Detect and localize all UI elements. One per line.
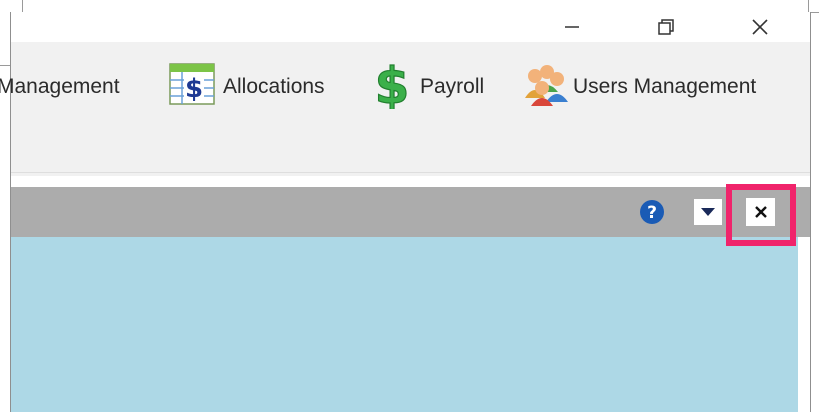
frame-notch-right — [808, 0, 809, 12]
svg-text:$: $ — [375, 59, 410, 109]
restore-icon — [658, 19, 674, 35]
window-close-button[interactable] — [737, 12, 783, 42]
document-close-button[interactable] — [746, 198, 775, 226]
ribbon-item-payroll[interactable]: $ Payroll — [371, 56, 485, 115]
minimize-button[interactable] — [549, 12, 595, 42]
document-header-bar: ? — [11, 187, 810, 237]
ribbon-item-label: Allocations — [223, 75, 325, 98]
chevron-down-icon — [701, 208, 715, 216]
content-scroll-edge — [798, 237, 810, 412]
minimize-icon — [565, 26, 579, 28]
restore-button[interactable] — [643, 12, 689, 42]
users-icon — [523, 62, 569, 112]
title-bar — [11, 12, 810, 42]
ribbon-toolbar: Management $ Allocations $ Payroll Users… — [0, 42, 810, 176]
close-icon — [754, 206, 767, 218]
ribbon-item-label: Management — [0, 75, 120, 98]
content-area — [11, 237, 798, 412]
dollar-sign-icon: $ — [371, 56, 413, 115]
close-icon — [752, 19, 768, 35]
ribbon-item-label: Payroll — [420, 75, 485, 98]
ribbon-item-users-management[interactable]: Users Management — [523, 65, 756, 109]
ribbon-item-label: Users Management — [573, 75, 757, 98]
frame-notch — [10, 0, 23, 12]
ribbon-item-management[interactable]: Management — [0, 65, 147, 109]
help-button[interactable]: ? — [638, 198, 666, 226]
ribbon-item-allocations[interactable]: $ Allocations — [168, 62, 325, 112]
spreadsheet-dollar-icon: $ — [168, 62, 216, 112]
ribbon-divider — [11, 172, 810, 173]
svg-text:?: ? — [647, 203, 657, 223]
help-icon: ? — [640, 200, 664, 224]
app-window: Management $ Allocations $ Payroll Users… — [0, 12, 811, 412]
svg-text:$: $ — [185, 74, 203, 104]
dropdown-button[interactable] — [694, 199, 722, 225]
